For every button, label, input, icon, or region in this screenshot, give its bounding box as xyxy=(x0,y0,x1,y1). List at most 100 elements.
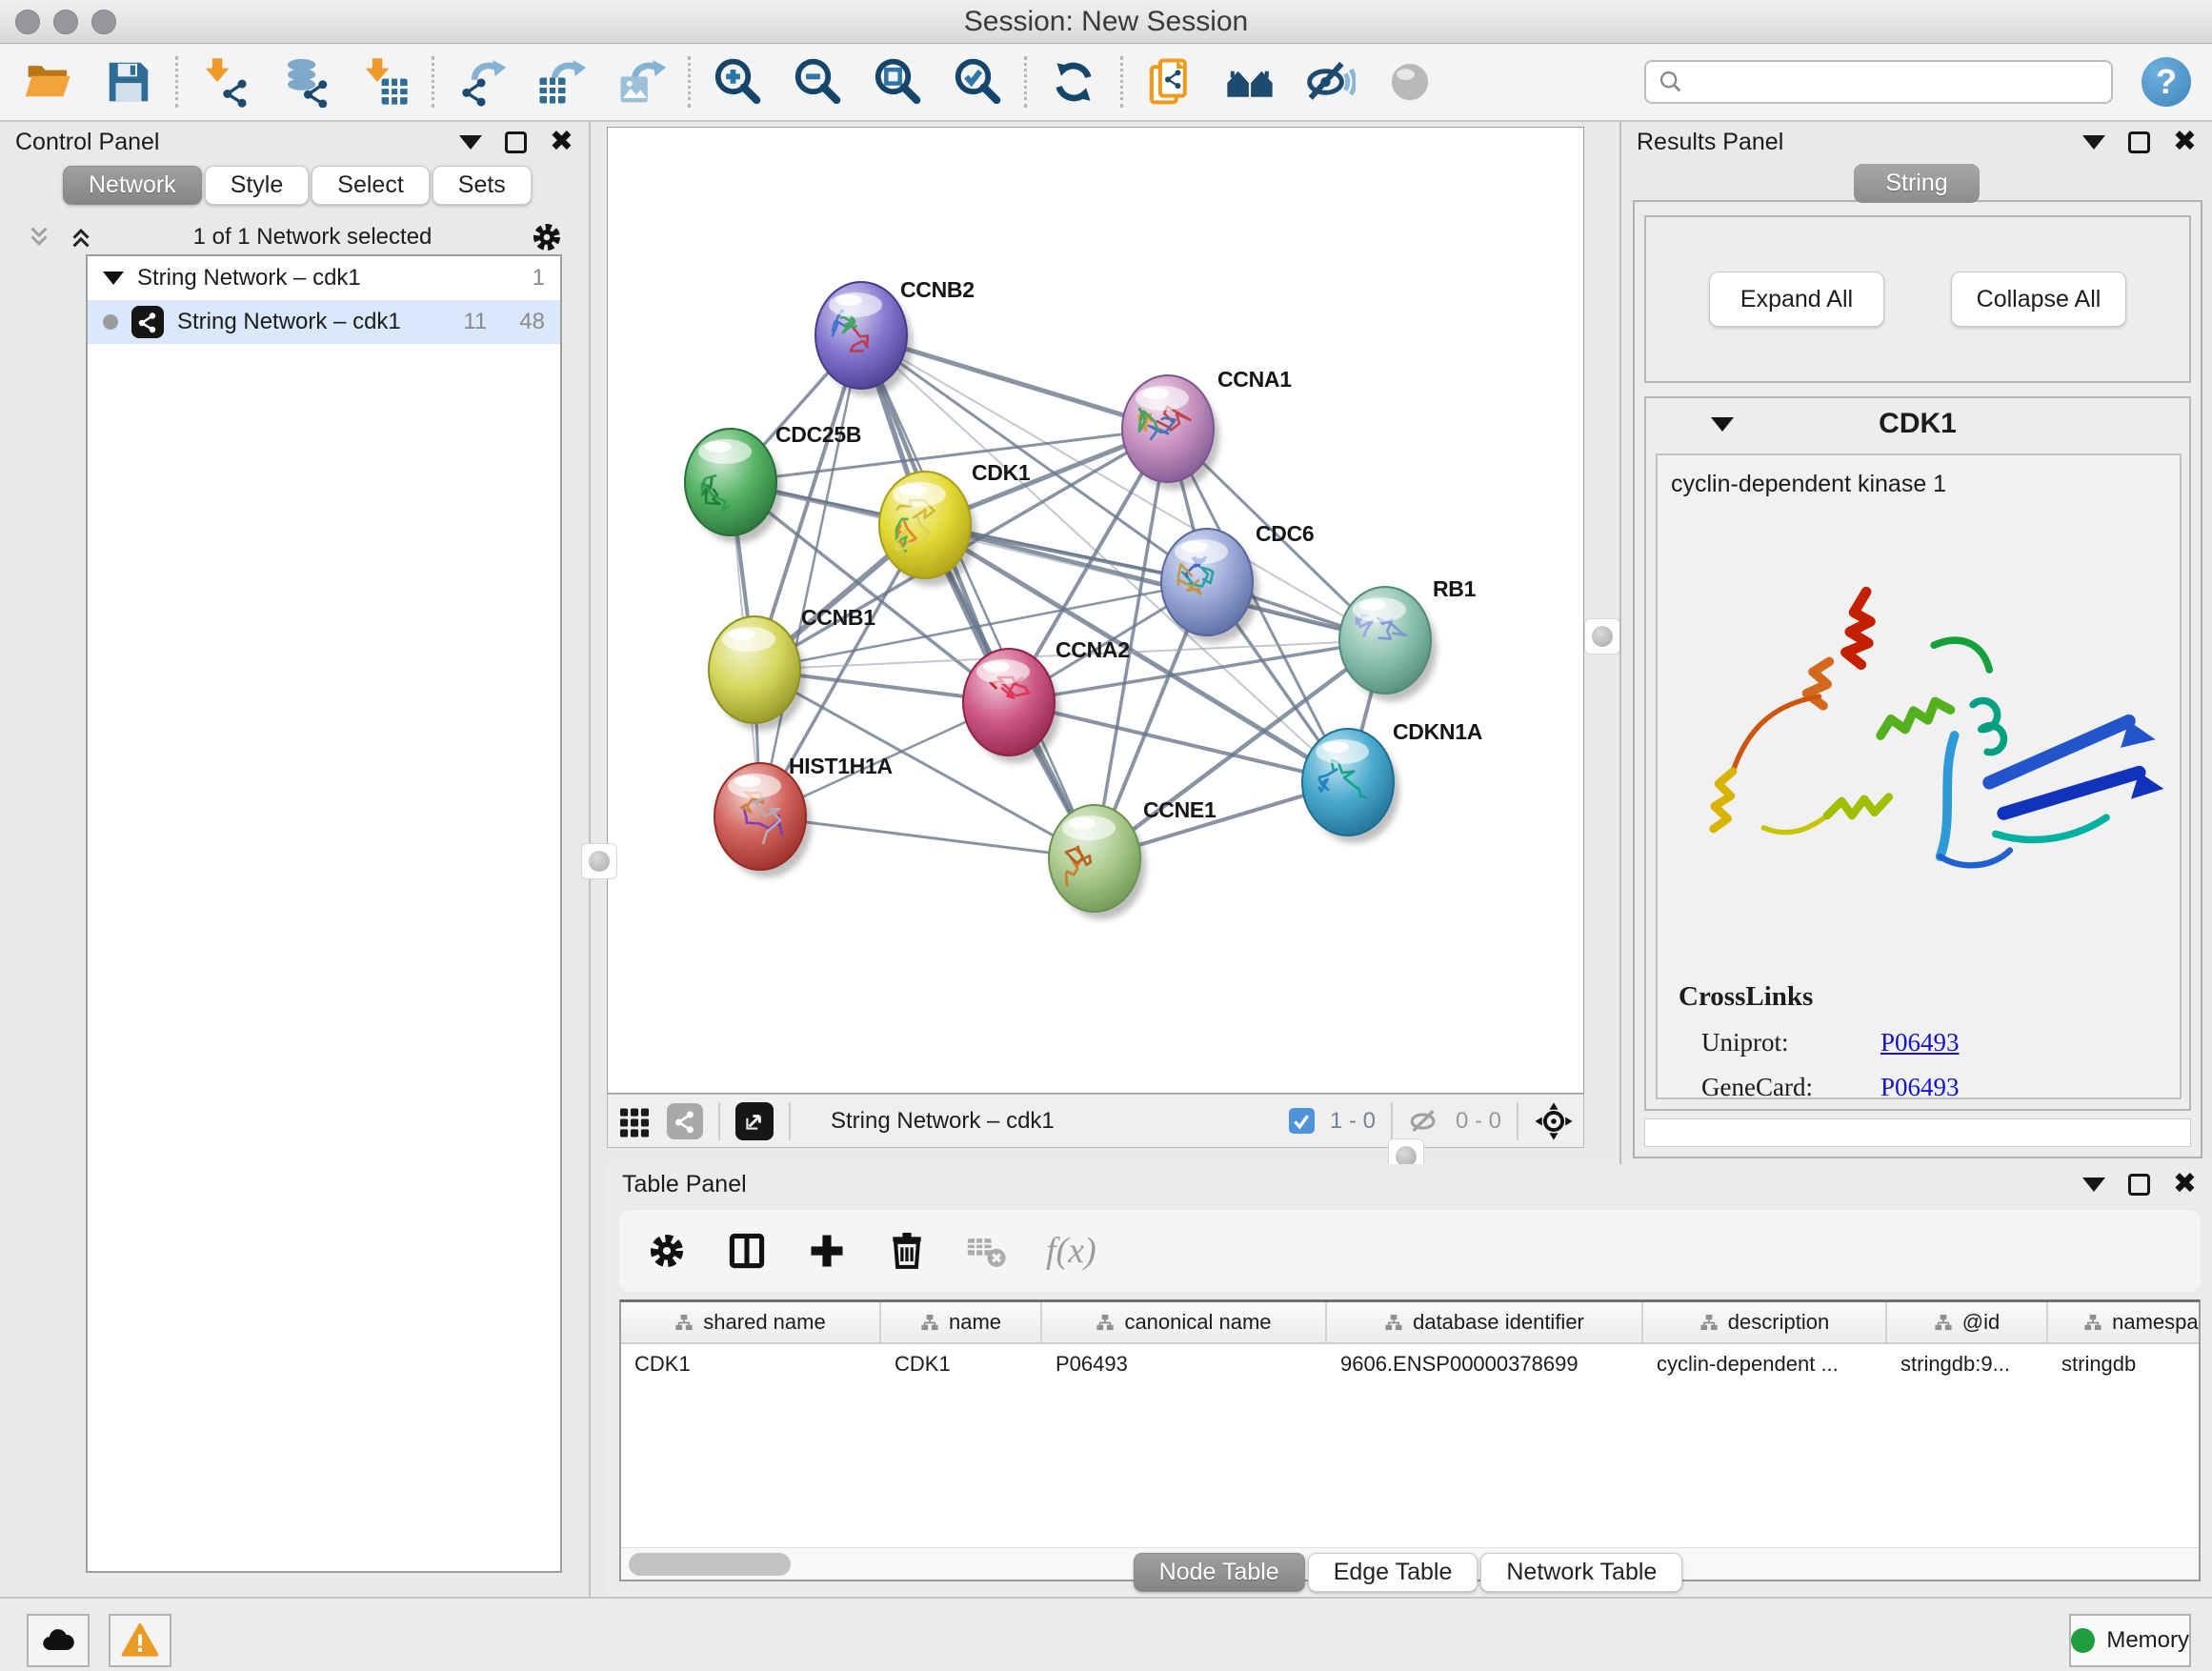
tab-network-table[interactable]: Network Table xyxy=(1480,1553,1682,1592)
network-row-selected[interactable]: String Network – cdk1 11 48 xyxy=(88,300,560,344)
import-table-button[interactable] xyxy=(357,54,412,110)
open-session-button[interactable] xyxy=(21,54,76,110)
string-view-icon[interactable] xyxy=(667,1103,703,1139)
string-eye-disabled-button[interactable] xyxy=(1382,54,1438,110)
table-cell[interactable]: stringdb xyxy=(2048,1344,2201,1384)
selected-checkbox[interactable] xyxy=(1289,1108,1315,1134)
table-cell[interactable]: stringdb:9... xyxy=(1887,1344,2048,1384)
table-row[interactable]: CDK1CDK1P064939606.ENSP00000378699cyclin… xyxy=(621,1344,2199,1384)
network-edge-CCNB2-HIST1H1A[interactable] xyxy=(760,335,861,816)
table-cell[interactable]: CDK1 xyxy=(881,1344,1042,1384)
panel-collapse-icon[interactable] xyxy=(2082,135,2105,150)
tab-edge-table[interactable]: Edge Table xyxy=(1308,1553,1478,1592)
toolbar-separator xyxy=(432,56,434,108)
gear-icon[interactable] xyxy=(530,220,564,254)
tab-network[interactable]: Network xyxy=(63,166,202,205)
table-cell[interactable]: 9606.ENSP00000378699 xyxy=(1327,1344,1643,1384)
tab-string[interactable]: String xyxy=(1854,164,1980,203)
column-type-icon xyxy=(674,1313,694,1332)
tab-style[interactable]: Style xyxy=(205,166,310,205)
search-box[interactable] xyxy=(1644,60,2113,104)
network-collection-row[interactable]: String Network – cdk1 1 xyxy=(88,256,560,300)
crosslink-link[interactable]: P06493 xyxy=(1880,1028,1960,1057)
tab-select[interactable]: Select xyxy=(312,166,429,205)
table-gear-icon[interactable] xyxy=(646,1230,688,1272)
panel-float-icon[interactable] xyxy=(2128,1174,2150,1196)
collapse-all-icon[interactable] xyxy=(25,223,53,252)
collapse-all-button[interactable]: Collapse All xyxy=(1951,272,2126,327)
expand-all-button[interactable]: Expand All xyxy=(1709,272,1884,327)
panel-collapse-icon[interactable] xyxy=(2082,1178,2105,1192)
panel-close-icon[interactable]: ✖ xyxy=(2173,128,2197,156)
table-cell[interactable]: P06493 xyxy=(1042,1344,1327,1384)
tree-expand-icon[interactable] xyxy=(103,272,124,285)
table-cell[interactable]: cyclin-dependent ... xyxy=(1643,1344,1887,1384)
memory-button[interactable]: Memory xyxy=(2069,1614,2191,1667)
expand-all-icon[interactable] xyxy=(67,223,95,252)
panel-close-icon[interactable]: ✖ xyxy=(550,128,573,156)
zoom-selected-button[interactable] xyxy=(950,54,1005,110)
function-builder-icon-disabled: f(x) xyxy=(1046,1230,1096,1272)
grid-icon[interactable] xyxy=(617,1104,652,1138)
close-window-button[interactable] xyxy=(15,10,40,34)
refresh-button[interactable] xyxy=(1046,54,1101,110)
network-node-CDC25B[interactable] xyxy=(685,429,782,543)
zoom-in-button[interactable] xyxy=(710,54,765,110)
network-node-CCNA2[interactable] xyxy=(963,649,1060,763)
column-header-name[interactable]: name xyxy=(881,1302,1042,1342)
panel-close-icon[interactable]: ✖ xyxy=(2173,1170,2197,1198)
network-node-CCNB1[interactable] xyxy=(709,616,806,731)
split-columns-icon[interactable] xyxy=(726,1230,768,1272)
string-homes-button[interactable] xyxy=(1222,54,1277,110)
string-document-button[interactable] xyxy=(1142,54,1197,110)
gene-entry-header[interactable]: CDK1 xyxy=(1646,398,2189,450)
delete-column-icon[interactable] xyxy=(886,1230,928,1272)
network-node-CCNE1[interactable] xyxy=(1049,805,1146,919)
network-node-CCNA1[interactable] xyxy=(1122,375,1219,490)
panel-float-icon[interactable] xyxy=(505,131,527,153)
table-cell[interactable]: CDK1 xyxy=(621,1344,881,1384)
right-splitter-handle[interactable] xyxy=(1585,619,1619,654)
search-input[interactable] xyxy=(1692,69,2100,95)
string-hide-glasses-button[interactable] xyxy=(1302,54,1357,110)
import-network-database-button[interactable] xyxy=(277,54,332,110)
network-node-CDKN1A[interactable] xyxy=(1302,729,1399,843)
column-header-namespace[interactable]: namespace xyxy=(2048,1302,2201,1342)
zoom-window-button[interactable] xyxy=(91,10,116,34)
network-node-CDK1[interactable] xyxy=(879,472,976,586)
help-button[interactable]: ? xyxy=(2142,57,2191,107)
network-node-HIST1H1A[interactable] xyxy=(714,763,812,877)
network-node-RB1[interactable] xyxy=(1339,587,1437,701)
column-header-shared-name[interactable]: shared name xyxy=(621,1302,881,1342)
panel-float-icon[interactable] xyxy=(2128,131,2150,153)
zoom-out-button[interactable] xyxy=(790,54,845,110)
minimize-window-button[interactable] xyxy=(53,10,78,34)
import-network-button[interactable] xyxy=(197,54,252,110)
panel-collapse-icon[interactable] xyxy=(459,135,482,150)
export-network-button[interactable] xyxy=(453,54,509,110)
entry-collapse-icon[interactable] xyxy=(1711,417,1734,432)
tab-sets[interactable]: Sets xyxy=(432,166,532,205)
zoom-fit-button[interactable] xyxy=(870,54,925,110)
network-node-CDC6[interactable] xyxy=(1161,529,1258,643)
detach-view-button[interactable] xyxy=(735,1102,774,1140)
cloud-button[interactable] xyxy=(27,1614,90,1667)
column-header-database-identifier[interactable]: database identifier xyxy=(1327,1302,1643,1342)
column-header-canonical-name[interactable]: canonical name xyxy=(1042,1302,1327,1342)
warning-button[interactable] xyxy=(109,1614,171,1667)
crosslink-link[interactable]: P06493 xyxy=(1880,1073,1960,1099)
tab-node-table[interactable]: Node Table xyxy=(1134,1553,1305,1592)
column-header--id[interactable]: @id xyxy=(1887,1302,2048,1342)
network-edge-CCNB2-CCNE1[interactable] xyxy=(861,335,1095,858)
save-session-button[interactable] xyxy=(101,54,156,110)
crosshair-icon[interactable] xyxy=(1534,1101,1574,1141)
export-table-button[interactable] xyxy=(533,54,589,110)
export-image-button[interactable] xyxy=(613,54,669,110)
zoom-in-icon xyxy=(712,56,763,108)
network-node-CCNB2[interactable] xyxy=(815,282,913,396)
network-canvas[interactable]: CCNB2CCNA1CDC25BCDK1CDC6RB1CCNB1CCNA2CDK… xyxy=(607,127,1584,1094)
add-column-icon[interactable] xyxy=(806,1230,848,1272)
string-network-graph[interactable]: CCNB2CCNA1CDC25BCDK1CDC6RB1CCNB1CCNA2CDK… xyxy=(608,128,1585,1095)
column-header-description[interactable]: description xyxy=(1643,1302,1887,1342)
left-splitter-handle[interactable] xyxy=(582,844,616,878)
